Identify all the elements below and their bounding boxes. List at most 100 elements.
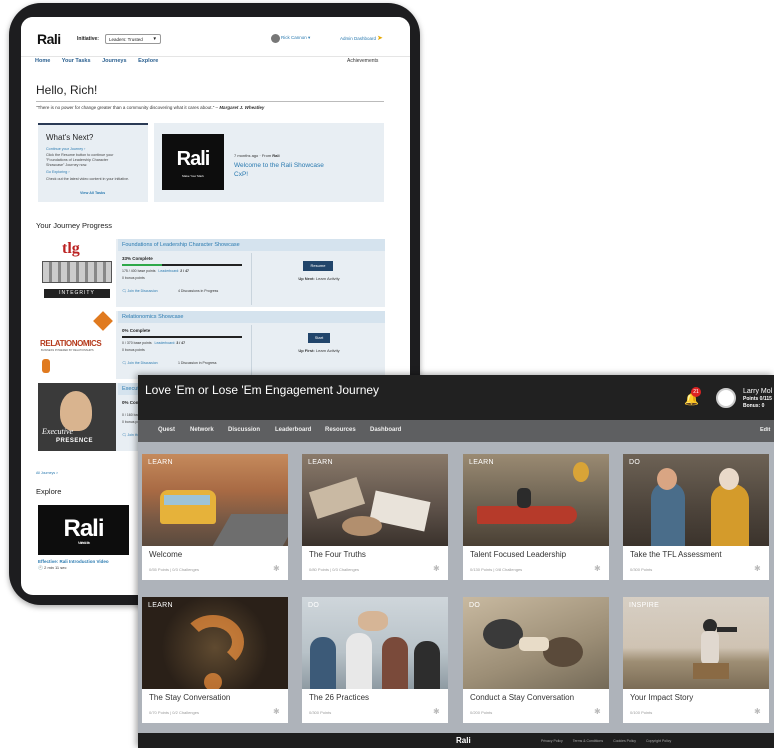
journey-header: Love 'Em or Lose 'Em Engagement Journey … [138, 375, 774, 420]
activity-card[interactable]: INSPIRE Your Impact Story 0/100 Points ✱ [623, 597, 769, 723]
journey-bonus: 0 bonus points [122, 348, 145, 352]
journey-title-link[interactable]: Foundations of Leadership Character Show… [118, 239, 385, 251]
card-title: Talent Focused Leadership [470, 550, 567, 559]
journey-tabs: Quest Network Discussion Leaderboard Res… [138, 420, 774, 442]
activity-card[interactable]: LEARN Talent Focused Leadership 0/130 Po… [463, 454, 609, 580]
card-title: The Stay Conversation [149, 693, 231, 702]
page-title: Hello, Rich! [36, 83, 98, 97]
admin-dashboard-link[interactable]: Admin Dashboard [340, 36, 376, 41]
journey-progress-heading: Your Journey Progress [36, 221, 113, 230]
up-first: Up First: Learn Activity [298, 348, 340, 353]
view-all-tasks-link[interactable]: View All Tasks [80, 191, 105, 195]
card-meta: 0/300 Points [309, 710, 332, 715]
user-menu[interactable]: Rick Cannon ▾ [281, 35, 310, 41]
card-title: Welcome [149, 550, 183, 559]
activity-card[interactable]: DO Take the TFL Assessment 0/300 Points … [623, 454, 769, 580]
gear-icon: ✱ [594, 564, 601, 573]
user-name[interactable]: Larry Mol [743, 388, 772, 395]
tab-discussion[interactable]: Discussion [228, 427, 260, 433]
nav-home[interactable]: Home [35, 58, 50, 64]
gear-icon: ✱ [754, 564, 761, 573]
card-image [302, 454, 448, 546]
activity-card[interactable]: LEARN The Stay Conversation 0/70 Points … [142, 597, 288, 723]
activity-card[interactable]: DO The 26 Practices 0/300 Points ✱ [302, 597, 448, 723]
nav-explore[interactable]: Explore [138, 58, 158, 64]
nav-your-tasks[interactable]: Your Tasks [62, 58, 91, 64]
all-journeys-link[interactable]: All Journeys > [36, 471, 58, 475]
journey-points: 175 / 400 base points Leaderboard: 2 / 4… [122, 269, 189, 273]
terms-link[interactable]: Terms & Conditions [573, 739, 603, 743]
nav-journeys[interactable]: Journeys [102, 58, 126, 64]
journey-card: RELATIONOMICS BUSINESS POWERED BY RELATI… [38, 311, 385, 379]
continue-journey-link[interactable]: Continue your Journey › [46, 147, 85, 151]
chat-icon: 🗨 [122, 361, 127, 365]
tab-resources[interactable]: Resources [325, 427, 356, 433]
chevron-down-icon: ▼ [152, 36, 157, 41]
user-points: Points 0/115 [743, 396, 772, 402]
join-discussion-link[interactable]: 🗨 Join the Discussion [122, 361, 158, 365]
card-title: Conduct a Stay Conversation [470, 693, 575, 702]
join-discussion-link[interactable]: 🗨 Join th [122, 433, 138, 437]
edit-button[interactable]: Edit [760, 427, 770, 433]
activity-card[interactable]: DO Conduct a Stay Conversation 0/200 Poi… [463, 597, 609, 723]
journey-card: tlg INTEGRITY Foundations of Leadership … [38, 239, 385, 307]
go-exploring-link[interactable]: Go Exploring › [46, 170, 70, 174]
footer-links: Privacy Policy Terms & Conditions Cookie… [541, 739, 680, 743]
avatar[interactable] [716, 388, 736, 408]
privacy-policy-link[interactable]: Privacy Policy [541, 739, 563, 743]
card-title: Take the TFL Assessment [630, 550, 722, 559]
avatar[interactable] [271, 34, 280, 43]
featured-title-link[interactable]: Welcome to the Rali Showcase CxP! [234, 162, 334, 179]
tab-dashboard[interactable]: Dashboard [370, 427, 401, 433]
card-tag: LEARN [308, 459, 333, 466]
card-meta: 0/300 Points [630, 567, 653, 572]
go-exploring-text: Check out the latest video content in yo… [46, 177, 130, 181]
progress-bar [122, 336, 242, 338]
journey-image: RELATIONOMICS BUSINESS POWERED BY RELATI… [38, 311, 116, 379]
card-tag: INSPIRE [629, 602, 660, 609]
discussion-count: 4 Discussions in Progress [178, 289, 219, 293]
gear-icon: ✱ [754, 707, 761, 716]
activity-card[interactable]: LEARN The Four Truths 0/80 Points | 0/3 … [302, 454, 448, 580]
card-meta: 0/100 Points [630, 710, 653, 715]
nav-achievements[interactable]: Achievements [347, 58, 378, 64]
card-image [623, 454, 769, 546]
journey-percent: 0% Complete [122, 328, 151, 333]
tab-quest[interactable]: Quest [158, 427, 175, 433]
footer: Rali Privacy Policy Terms & Conditions C… [138, 733, 774, 748]
progress-bar [122, 264, 242, 266]
gear-icon: ✱ [594, 707, 601, 716]
tablet-header: Rali Initiative: Leaders: Trusted ▼ Rick… [21, 17, 410, 57]
card-tag: DO [469, 602, 481, 609]
journey-bonus: 0 bonus points [122, 276, 145, 280]
resume-button[interactable]: Resume [303, 261, 333, 271]
join-discussion-link[interactable]: 🗨 Join the Discussion [122, 289, 158, 293]
explore-video-thumbnail[interactable]: Rali Make Your Mark [38, 505, 129, 555]
journey-points: 0 / 370 base points Leaderboard: 3 / 47 [122, 341, 186, 345]
user-bonus: Bonus: 0 [743, 403, 765, 409]
tab-leaderboard[interactable]: Leaderboard [275, 427, 311, 433]
card-image [142, 597, 288, 689]
card-image [463, 454, 609, 546]
rali-logo: Rali [37, 31, 61, 47]
arrow-right-icon: ➤ [377, 35, 383, 42]
quote: "There is no power for change greater th… [36, 105, 265, 110]
featured-video-thumbnail[interactable]: Rali Make Your Mark [162, 134, 224, 190]
featured-meta: 7 months ago · From Rali [234, 153, 280, 158]
card-image [142, 454, 288, 546]
journey-window: Love 'Em or Lose 'Em Engagement Journey … [138, 375, 774, 748]
start-button[interactable]: Start [308, 333, 330, 343]
card-meta: 0/200 Points [470, 710, 493, 715]
copyright-policy-link[interactable]: Copyright Policy [646, 739, 671, 743]
explore-video-title-link[interactable]: Effective: Rali Introduction Video [38, 559, 109, 564]
card-tag: LEARN [469, 459, 494, 466]
card-title: Your Impact Story [630, 693, 694, 702]
initiative-select[interactable]: Leaders: Trusted ▼ [105, 34, 161, 44]
card-title: The Four Truths [309, 550, 366, 559]
activity-card[interactable]: LEARN Welcome 0/55 Points | 0/3 Challeng… [142, 454, 288, 580]
cookies-policy-link[interactable]: Cookies Policy [613, 739, 636, 743]
clock-icon: 🕘 [38, 565, 43, 570]
journey-title-link[interactable]: Relationomics Showcase [118, 311, 385, 323]
explore-video-duration: 🕘 2 min 11 sec [38, 565, 67, 570]
tab-network[interactable]: Network [190, 427, 214, 433]
